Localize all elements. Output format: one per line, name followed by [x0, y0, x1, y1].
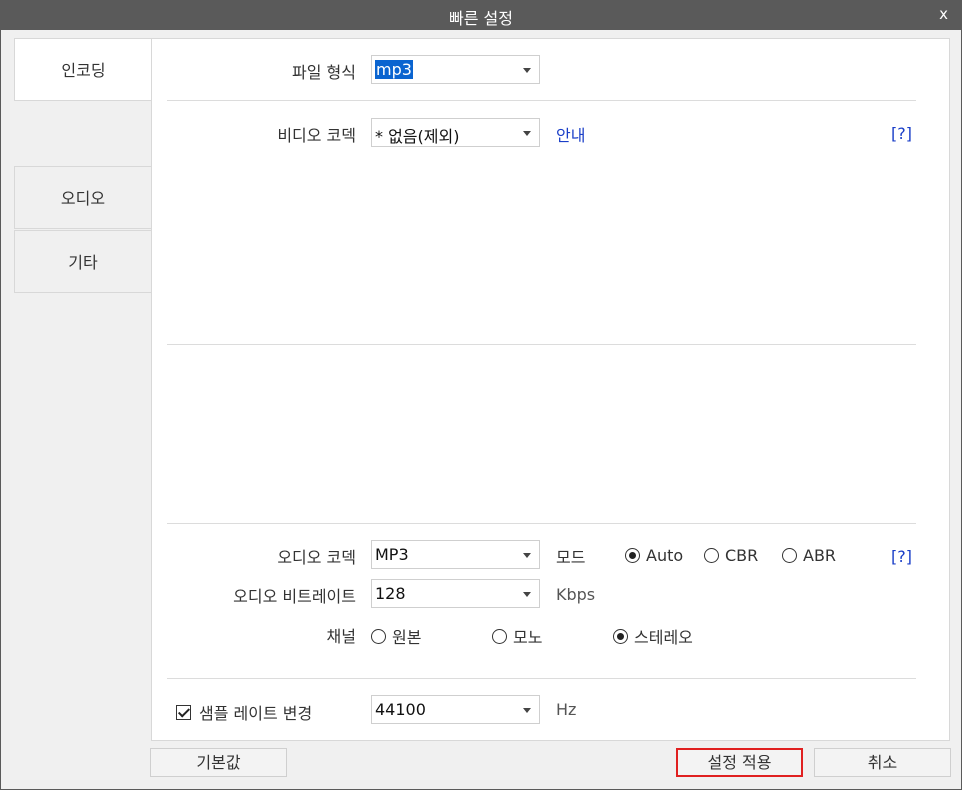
apply-settings-button[interactable]: 설정 적용: [676, 748, 803, 777]
quick-settings-dialog: 빠른 설정 x 인코딩 오디오 기타 파일 형식 mp3 비디오 코덱 * 없음…: [0, 0, 962, 790]
mode-cbr-radio[interactable]: CBR: [704, 546, 758, 565]
audio-bitrate-value: 128: [375, 584, 406, 603]
sidebar: 인코딩 오디오 기타: [14, 38, 152, 741]
radio-selected-icon: [613, 628, 628, 644]
sample-rate-checkbox[interactable]: 샘플 레이트 변경: [176, 700, 312, 724]
close-icon[interactable]: x: [939, 5, 948, 23]
file-format-value: mp3: [375, 60, 413, 79]
mode-cbr-label: CBR: [725, 546, 759, 565]
mode-auto-radio[interactable]: Auto: [625, 546, 683, 565]
channel-stereo-label: 스테레오: [634, 628, 693, 647]
sample-rate-checkbox-label: 샘플 레이트 변경: [199, 704, 313, 723]
channel-original-label: 원본: [392, 628, 422, 647]
mode-auto-label: Auto: [646, 546, 684, 565]
audio-bitrate-label: 오디오 비트레이트: [233, 587, 356, 606]
title-bar: 빠른 설정 x: [1, 1, 961, 30]
default-button[interactable]: 기본값: [150, 748, 287, 777]
radio-icon: [782, 548, 797, 563]
radio-icon: [371, 628, 386, 644]
channel-mono-label: 모노: [513, 628, 543, 647]
chevron-down-icon: [523, 68, 531, 73]
tab-encoding[interactable]: 인코딩: [14, 38, 152, 101]
tab-audio[interactable]: 오디오: [14, 166, 152, 229]
radio-selected-icon: [625, 548, 640, 563]
file-format-select[interactable]: mp3: [371, 55, 540, 84]
file-format-label: 파일 형식: [292, 63, 356, 82]
sample-rate-select[interactable]: 44100: [371, 695, 540, 724]
audio-mode-help-link[interactable]: [?]: [891, 547, 912, 566]
tab-etc[interactable]: 기타: [14, 230, 152, 293]
window-title: 빠른 설정: [449, 9, 513, 28]
video-codec-select[interactable]: * 없음(제외): [371, 118, 540, 147]
audio-bitrate-select[interactable]: 128: [371, 579, 540, 608]
divider: [167, 100, 916, 101]
sample-rate-value: 44100: [375, 700, 426, 719]
settings-panel: 파일 형식 mp3 비디오 코덱 * 없음(제외) 안내 [?] 오디오 코덱 …: [151, 38, 950, 741]
checkbox-checked-icon: [176, 704, 191, 720]
channel-mono-radio[interactable]: 모노: [492, 624, 542, 648]
divider: [167, 678, 916, 679]
audio-codec-label: 오디오 코덱: [277, 548, 356, 567]
chevron-down-icon: [523, 553, 531, 558]
video-codec-label: 비디오 코덱: [277, 126, 356, 145]
video-codec-help-link[interactable]: [?]: [891, 124, 912, 143]
channel-label: 채널: [326, 627, 356, 646]
cancel-button[interactable]: 취소: [814, 748, 951, 777]
chevron-down-icon: [523, 708, 531, 713]
chevron-down-icon: [523, 131, 531, 136]
mode-abr-label: ABR: [803, 546, 837, 565]
divider: [167, 344, 916, 345]
channel-stereo-radio[interactable]: 스테레오: [613, 624, 693, 648]
mode-label: 모드: [556, 548, 586, 567]
audio-codec-select[interactable]: MP3: [371, 540, 540, 569]
divider: [167, 523, 916, 524]
sample-rate-unit: Hz: [556, 700, 577, 719]
video-codec-value: * 없음(제외): [375, 127, 460, 146]
radio-icon: [704, 548, 719, 563]
video-codec-guide-link[interactable]: 안내: [556, 122, 585, 146]
channel-original-radio[interactable]: 원본: [371, 624, 421, 648]
audio-codec-value: MP3: [375, 545, 409, 564]
bitrate-unit: Kbps: [556, 585, 596, 604]
mode-abr-radio[interactable]: ABR: [782, 546, 836, 565]
radio-icon: [492, 628, 507, 644]
chevron-down-icon: [523, 592, 531, 597]
